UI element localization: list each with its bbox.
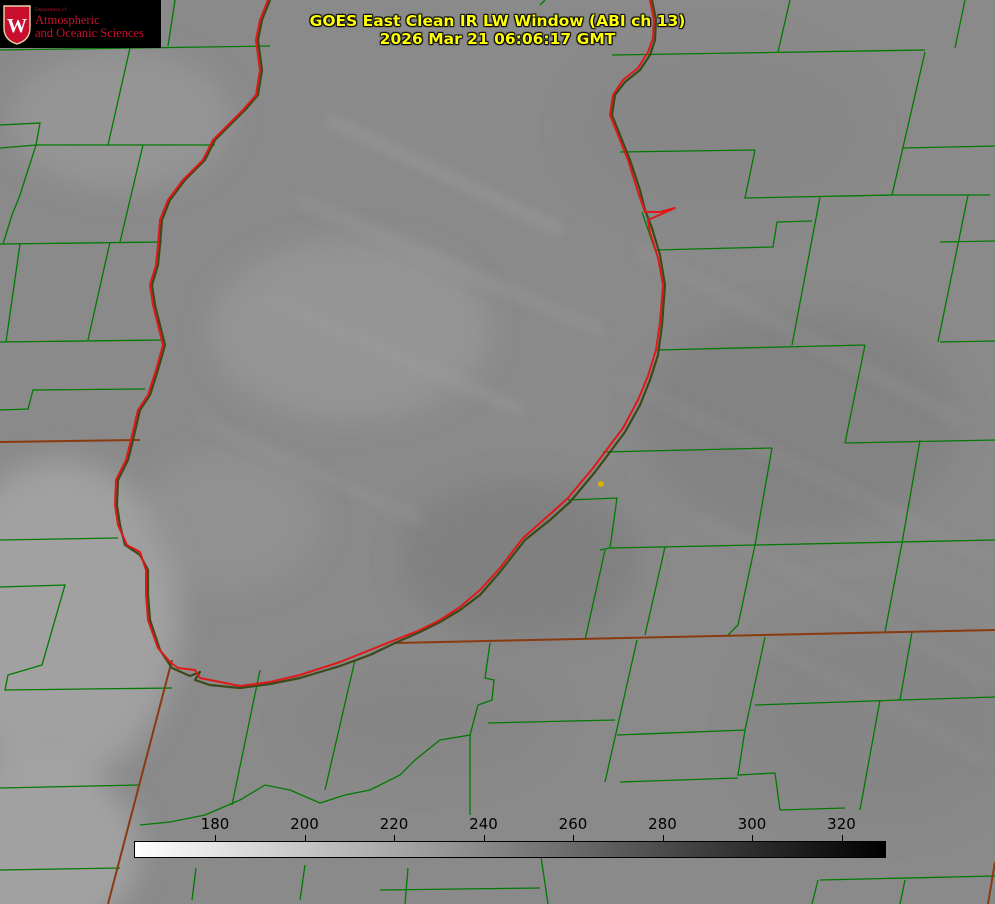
station-dot-icon bbox=[598, 481, 604, 487]
colorbar-tick-mark bbox=[215, 835, 216, 841]
colorbar-tick-mark bbox=[752, 835, 753, 841]
colorbar-tick-mark bbox=[304, 835, 306, 841]
colorbar-tick-label: 180 bbox=[200, 815, 230, 833]
image-title: GOES East Clean IR LW Window (ABI ch 13) bbox=[309, 12, 686, 30]
colorbar-tick-mark bbox=[394, 835, 395, 841]
colorbar-tick-label: 320 bbox=[827, 815, 856, 833]
colorbar-tick-mark bbox=[483, 835, 485, 841]
colorbar-tick-label: 240 bbox=[469, 815, 498, 833]
colorbar-tick-mark bbox=[841, 835, 843, 841]
colorbar-tick-label: 260 bbox=[558, 815, 588, 833]
colorbar-tick-label: 200 bbox=[290, 815, 319, 833]
colorbar-tick-mark bbox=[662, 835, 664, 841]
colorbar-tick-mark bbox=[573, 835, 574, 841]
colorbar-tick-label: 280 bbox=[648, 815, 677, 833]
temperature-colorbar bbox=[134, 841, 886, 858]
colorbar-tick-label: 220 bbox=[379, 815, 409, 833]
image-timestamp: 2026 Mar 21 06:06:17 GMT bbox=[379, 30, 616, 48]
colorbar-tick-label: 300 bbox=[737, 815, 767, 833]
satellite-map bbox=[0, 0, 995, 904]
